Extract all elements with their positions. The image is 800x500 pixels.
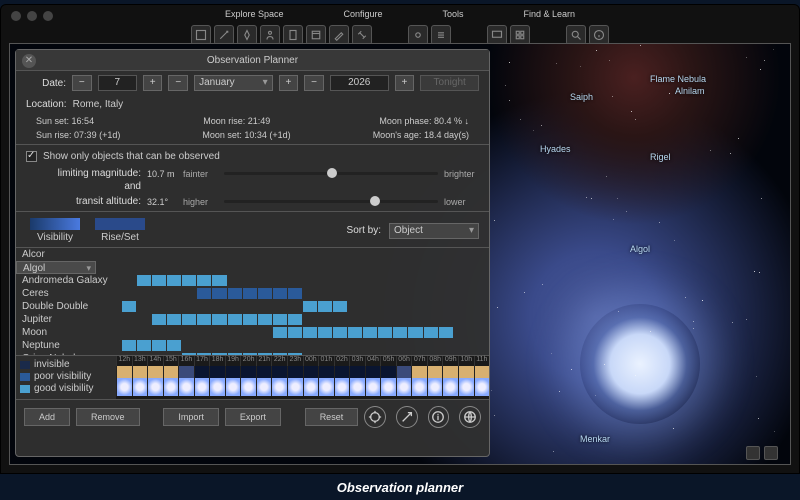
filter-checkbox[interactable] <box>26 151 37 162</box>
person-icon[interactable] <box>260 25 280 45</box>
altitude-slider[interactable] <box>224 200 438 203</box>
year-minus[interactable]: − <box>304 75 324 91</box>
import-button[interactable]: Import <box>163 408 219 426</box>
info-icon[interactable] <box>589 25 609 45</box>
magnitude-slider[interactable] <box>224 172 438 175</box>
home-icon[interactable] <box>746 446 760 460</box>
settings1-icon[interactable] <box>408 25 428 45</box>
star-algol-visual <box>580 304 700 424</box>
date-label: Date: <box>26 78 66 89</box>
month-select[interactable]: January <box>194 75 273 91</box>
sort-select[interactable]: Object <box>389 223 479 239</box>
year-plus[interactable]: + <box>395 75 415 91</box>
label-saiph: Saiph <box>570 92 593 102</box>
object-list[interactable]: AlcorAlgolAndromeda GalaxyCeresDouble Do… <box>16 247 489 355</box>
visibility-legend: invisible poor visibility good visibilit… <box>16 356 116 399</box>
reset-button[interactable]: Reset <box>305 408 359 426</box>
home-bar <box>746 446 778 460</box>
day-minus[interactable]: − <box>72 75 92 91</box>
chart-legend: Visibility Rise/Set <box>26 218 149 243</box>
label-rigel: Rigel <box>650 152 671 162</box>
max-dot[interactable] <box>43 11 53 21</box>
close-dot[interactable] <box>11 11 21 21</box>
panel-title-text: Observation Planner <box>207 55 298 66</box>
tonight-button[interactable]: Tonight <box>420 75 479 91</box>
label-menkar: Menkar <box>580 434 610 444</box>
satellite-icon[interactable] <box>352 25 372 45</box>
menu-tools[interactable]: Tools <box>443 9 464 19</box>
day-plus[interactable]: + <box>143 75 163 91</box>
edit-icon[interactable] <box>329 25 349 45</box>
panel-title: ✕ Observation Planner <box>16 50 489 71</box>
rocket-icon[interactable] <box>237 25 257 45</box>
location-value: Rome, Italy <box>73 99 124 110</box>
calendar-icon[interactable] <box>306 25 326 45</box>
object-row[interactable]: Andromeda Galaxy <box>16 274 489 287</box>
telescope-icon[interactable] <box>214 25 234 45</box>
export-button[interactable]: Export <box>225 408 281 426</box>
object-row[interactable]: Ceres <box>16 287 489 300</box>
label-hyades: Hyades <box>540 144 571 154</box>
app-window: Explore Space Configure Tools Find & Lea… <box>0 4 800 474</box>
monitor-icon[interactable] <box>487 25 507 45</box>
goto-icon[interactable] <box>396 406 418 428</box>
button-row: Add Remove Import Export Reset <box>16 399 489 434</box>
magnitude-row: limiting magnitude: 10.7 m fainter brigh… <box>16 166 489 181</box>
filter-checkbox-row: Show only objects that can be observed <box>16 147 489 166</box>
sun-row-2: Sun rise: 07:39 (+1d) Moon set: 10:34 (+… <box>16 128 489 142</box>
sort-label: Sort by: <box>341 225 381 236</box>
label-alnilam: Alnilam <box>675 86 705 96</box>
month-minus[interactable]: − <box>168 75 188 91</box>
object-row[interactable]: Neptune <box>16 339 489 352</box>
sort-row: Visibility Rise/Set Sort by: Object <box>16 214 489 247</box>
add-button[interactable]: Add <box>24 408 70 426</box>
window-controls <box>11 11 53 21</box>
top-menu: Explore Space Configure Tools Find & Lea… <box>1 5 799 23</box>
object-row[interactable]: Double Double <box>16 300 489 313</box>
observation-planner-panel: ✕ Observation Planner Date: − 7 + − Janu… <box>15 49 490 457</box>
menu-configure[interactable]: Configure <box>343 9 382 19</box>
year-field[interactable]: 2026 <box>330 75 389 91</box>
clipboard-icon[interactable] <box>283 25 303 45</box>
object-row[interactable]: Moon <box>16 326 489 339</box>
location-label: Location: <box>26 99 67 110</box>
sun-row-1: Sun set: 16:54 Moon rise: 21:49 Moon pha… <box>16 114 489 128</box>
object-row[interactable]: Algol <box>16 261 96 274</box>
info-round-icon[interactable] <box>428 406 450 428</box>
globe-icon[interactable] <box>459 406 481 428</box>
object-row[interactable]: Orion Nebula <box>16 352 489 355</box>
tool-icon[interactable] <box>191 25 211 45</box>
close-panel-icon[interactable]: ✕ <box>22 54 36 68</box>
caption: Observation planner <box>0 474 800 500</box>
grid-icon[interactable] <box>510 25 530 45</box>
menu-find[interactable]: Find & Learn <box>524 9 576 19</box>
month-plus[interactable]: + <box>279 75 299 91</box>
target-icon[interactable] <box>364 406 386 428</box>
label-flame: Flame Nebula <box>650 74 706 84</box>
search-icon[interactable] <box>566 25 586 45</box>
nav-icon[interactable] <box>764 446 778 460</box>
location-row: Location: Rome, Italy <box>16 95 489 114</box>
object-row[interactable]: Jupiter <box>16 313 489 326</box>
min-dot[interactable] <box>27 11 37 21</box>
object-row[interactable]: Alcor <box>16 248 489 261</box>
altitude-row: transit altitude: 32.1° higher lower <box>16 194 489 209</box>
day-field[interactable]: 7 <box>98 75 137 91</box>
timeline: 12h13h14h15h16h17h18h19h20h21h22h23h00h0… <box>116 356 489 399</box>
date-row: Date: − 7 + − January + − 2026 + Tonight <box>16 71 489 95</box>
filter-checkbox-label: Show only objects that can be observed <box>43 151 220 162</box>
timeline-row: invisible poor visibility good visibilit… <box>16 355 489 399</box>
menu-explore[interactable]: Explore Space <box>225 9 284 19</box>
settings2-icon[interactable] <box>431 25 451 45</box>
label-algol: Algol <box>630 244 650 254</box>
remove-button[interactable]: Remove <box>76 408 140 426</box>
